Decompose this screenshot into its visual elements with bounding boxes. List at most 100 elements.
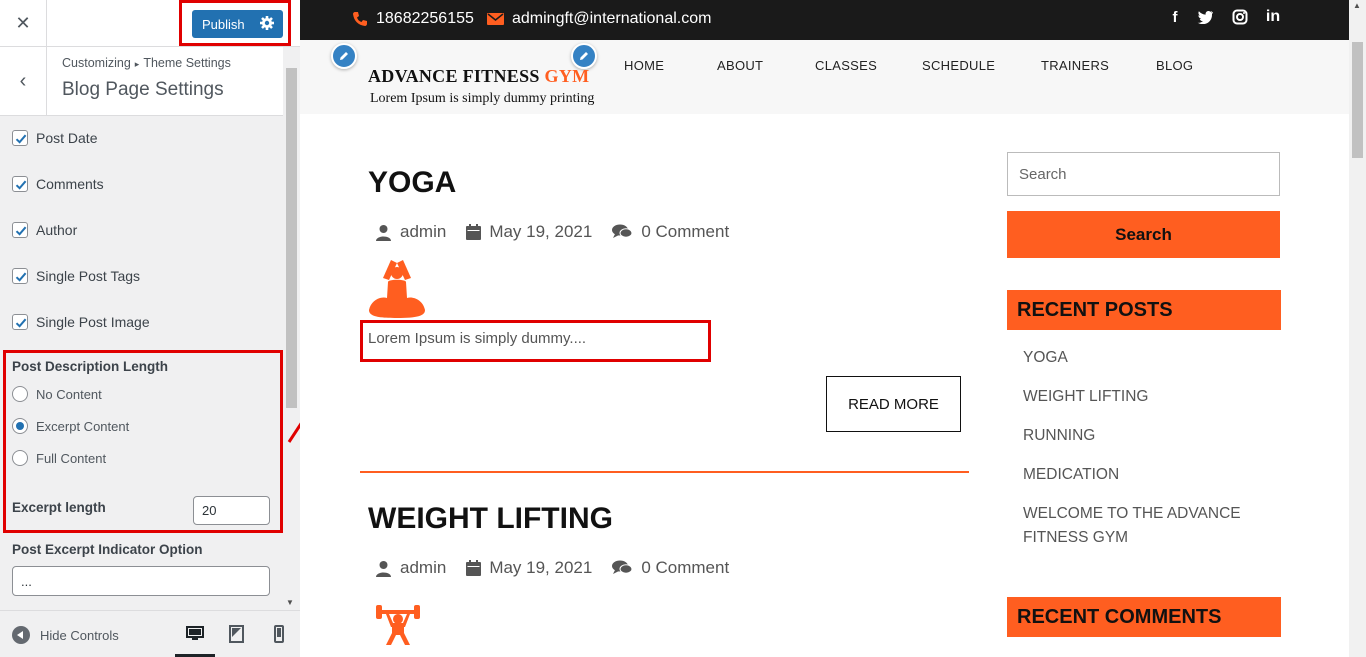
breadcrumb: Customizing ▸ Theme Settings: [62, 56, 231, 70]
calendar-icon: [466, 560, 482, 576]
back-button[interactable]: ‹: [0, 47, 47, 115]
weightlifting-icon: [376, 605, 420, 645]
preview-scrollbar-thumb[interactable]: [1352, 42, 1363, 158]
close-icon: ✕: [15, 13, 31, 33]
tablet-icon[interactable]: [228, 625, 246, 643]
instagram-icon[interactable]: [1231, 8, 1249, 26]
radio-selected-icon[interactable]: [12, 418, 28, 434]
scroll-up-arrow-icon[interactable]: ▲: [1353, 1, 1361, 10]
post-date: May 19, 2021: [466, 558, 592, 578]
post-author[interactable]: admin: [375, 222, 446, 242]
gear-icon[interactable]: [259, 15, 275, 31]
radio-label: Full Content: [36, 450, 107, 466]
post-title[interactable]: WEIGHT LIFTING: [368, 502, 613, 536]
checkbox-checked-icon[interactable]: [12, 268, 28, 284]
checkbox-checked-icon[interactable]: [12, 222, 28, 238]
facebook-icon[interactable]: f: [1166, 8, 1184, 26]
radio-excerpt-content[interactable]: Excerpt Content: [12, 417, 129, 435]
nav-trainers[interactable]: TRAINERS: [1041, 58, 1109, 73]
indicator-input[interactable]: ...: [12, 566, 270, 596]
site-logo-title[interactable]: ADVANCE FITNESS GYM: [368, 66, 589, 87]
checkbox-checked-icon[interactable]: [12, 314, 28, 330]
nav-classes[interactable]: CLASSES: [815, 58, 877, 73]
checkbox-label: Author: [36, 222, 78, 238]
author-name: admin: [400, 558, 447, 577]
indicator-label: Post Excerpt Indicator Option: [12, 542, 203, 557]
search-button[interactable]: Search: [1007, 211, 1280, 258]
customizer-panel: ✕ Publish ‹ Customizing ▸ Theme Settings…: [0, 0, 300, 657]
email-address: admingft@international.com: [512, 10, 712, 27]
post-excerpt: Lorem Ipsum is simply dummy....: [368, 330, 587, 347]
read-more-button[interactable]: READ MORE: [826, 376, 961, 432]
user-icon: [376, 560, 391, 577]
twitter-icon[interactable]: [1196, 8, 1214, 26]
checkbox-single-post-image[interactable]: Single Post Image: [12, 312, 150, 332]
publish-label: Publish: [202, 16, 245, 32]
envelope-icon: [487, 13, 504, 25]
post-author[interactable]: admin: [375, 558, 446, 578]
recent-posts-title: RECENT POSTS: [1007, 290, 1281, 330]
radio-full-content[interactable]: Full Content: [12, 449, 106, 467]
site-preview: 18682256155 admingft@international.com f…: [300, 0, 1349, 657]
radio-icon[interactable]: [12, 450, 28, 466]
search-input[interactable]: Search: [1007, 152, 1280, 196]
radio-label: Excerpt Content: [36, 418, 130, 434]
post-comments[interactable]: 0 Comment: [612, 222, 729, 242]
checkbox-label: Single Post Tags: [36, 268, 141, 284]
linkedin-icon[interactable]: in: [1264, 8, 1282, 26]
checkbox-post-date[interactable]: Post Date: [12, 128, 97, 148]
checkbox-label: Comments: [36, 176, 104, 192]
phone-icon: [353, 12, 367, 26]
site-content: YOGA admin May 19, 2021 0 Comment Lorem …: [300, 114, 1349, 657]
phone-contact[interactable]: 18682256155: [352, 10, 474, 28]
checkbox-comments[interactable]: Comments: [12, 174, 104, 194]
recent-post-link[interactable]: WELCOME TO THE ADVANCE FITNESS GYM: [1023, 502, 1273, 550]
recent-post-link[interactable]: YOGA: [1023, 346, 1273, 370]
collapse-icon: [12, 626, 30, 644]
panel-scrollbar-thumb[interactable]: [286, 68, 297, 408]
logo-title-text: ADVANCE FITNESS: [368, 66, 545, 86]
screen: ✕ Publish ‹ Customizing ▸ Theme Settings…: [0, 0, 1366, 657]
user-icon: [376, 224, 391, 241]
chevron-left-icon: ‹: [19, 69, 27, 92]
nav-schedule[interactable]: SCHEDULE: [922, 58, 995, 73]
desktop-icon[interactable]: [186, 625, 204, 643]
post-comments[interactable]: 0 Comment: [612, 558, 729, 578]
checkbox-checked-icon[interactable]: [12, 176, 28, 192]
section-title-bar: ‹ Customizing ▸ Theme Settings Blog Page S…: [0, 47, 283, 116]
recent-post-link[interactable]: MEDICATION: [1023, 463, 1273, 487]
post-title[interactable]: YOGA: [368, 166, 456, 200]
recent-post-link[interactable]: WEIGHT LIFTING: [1023, 385, 1273, 409]
comments-icon: [612, 560, 633, 574]
email-contact[interactable]: admingft@international.com: [487, 10, 711, 28]
checkbox-label: Post Date: [36, 130, 98, 146]
post-meta: admin May 19, 2021 0 Comment: [375, 558, 749, 578]
radio-label: No Content: [36, 386, 102, 402]
radio-no-content[interactable]: No Content: [12, 385, 102, 403]
desc-length-label: Post Description Length: [12, 359, 169, 374]
comment-count: 0 Comment: [641, 558, 730, 577]
pencil-icon: [580, 52, 588, 60]
nav-home[interactable]: HOME: [624, 58, 664, 73]
breadcrumb-item: Customizing: [62, 56, 131, 70]
publish-button[interactable]: Publish: [192, 10, 283, 38]
nav-blog[interactable]: BLOG: [1156, 58, 1193, 73]
comment-count: 0 Comment: [641, 222, 730, 241]
site-header: ADVANCE FITNESS GYM Lorem Ipsum is simpl…: [300, 40, 1349, 114]
excerpt-length-input[interactable]: 20: [193, 496, 270, 525]
section-heading: Blog Page Settings: [62, 79, 224, 100]
recent-post-link[interactable]: RUNNING: [1023, 424, 1273, 448]
checkbox-author[interactable]: Author: [12, 220, 77, 240]
mobile-icon[interactable]: [270, 625, 288, 643]
date-text: May 19, 2021: [489, 558, 593, 577]
scroll-down-arrow-icon[interactable]: ▼: [286, 598, 294, 607]
date-text: May 19, 2021: [489, 222, 593, 241]
hide-controls-button[interactable]: Hide Controls: [12, 626, 119, 644]
edit-shortcut-logo[interactable]: [331, 43, 357, 69]
nav-about[interactable]: ABOUT: [717, 58, 763, 73]
close-customizer-button[interactable]: ✕: [0, 0, 47, 47]
checkbox-checked-icon[interactable]: [12, 130, 28, 146]
radio-icon[interactable]: [12, 386, 28, 402]
checkbox-single-post-tags[interactable]: Single Post Tags: [12, 266, 140, 286]
recent-comments-title: RECENT COMMENTS: [1007, 597, 1281, 637]
